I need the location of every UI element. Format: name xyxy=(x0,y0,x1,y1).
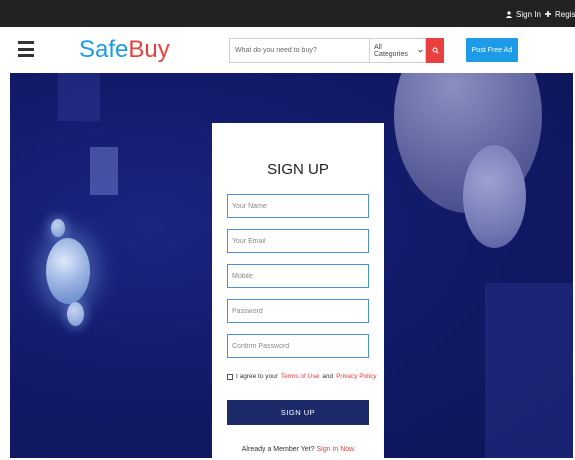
plus-icon xyxy=(545,11,551,17)
name-field[interactable] xyxy=(227,194,369,218)
chevron-down-icon xyxy=(416,38,425,63)
logo-part-buy: Buy xyxy=(128,36,170,63)
decorative-square xyxy=(58,73,100,121)
terms-agreement: I agree to your Terms of Use and Privacy… xyxy=(227,373,377,380)
hamburger-icon[interactable] xyxy=(18,41,34,57)
signin-now-link[interactable]: Sign In Now xyxy=(316,446,354,453)
decorative-square xyxy=(90,147,118,195)
decorative-orb xyxy=(51,219,65,237)
logo[interactable]: SafeBuy xyxy=(79,36,170,64)
decorative-orb xyxy=(46,238,90,304)
already-member-text: Already a Member Yet? xyxy=(241,446,315,453)
agree-prefix: I agree to your xyxy=(236,373,278,380)
already-member: Already a Member Yet? Sign In Now xyxy=(212,446,384,453)
top-bar: Sign In Register xyxy=(0,0,575,27)
register-label: Register xyxy=(555,9,575,19)
search-button[interactable] xyxy=(426,38,444,63)
mobile-field[interactable] xyxy=(227,264,369,288)
post-free-ad-button[interactable]: Post Free Ad xyxy=(466,38,518,62)
category-select[interactable]: All Categories xyxy=(370,38,426,63)
decorative-circle xyxy=(463,145,526,248)
signup-title: SIGN UP xyxy=(267,161,329,178)
register-link[interactable]: Register xyxy=(545,8,575,20)
search-icon xyxy=(432,47,439,54)
email-field[interactable] xyxy=(227,229,369,253)
decorative-orb xyxy=(67,302,84,326)
confirm-password-field[interactable] xyxy=(227,334,369,358)
category-selected: All Categories xyxy=(374,43,408,58)
terms-of-use-link[interactable]: Terms of Use xyxy=(281,373,319,380)
user-icon xyxy=(506,10,512,18)
header: SafeBuy All Categories Post Free Ad xyxy=(0,27,575,73)
signin-link[interactable]: Sign In xyxy=(506,8,541,20)
decorative-square xyxy=(485,283,573,458)
signin-label: Sign In xyxy=(516,9,541,19)
signup-button[interactable]: SIGN UP xyxy=(227,400,369,425)
privacy-policy-link[interactable]: Privacy Policy xyxy=(336,373,376,380)
logo-part-safe: Safe xyxy=(79,36,129,63)
agree-and: and xyxy=(322,373,334,380)
search-input[interactable] xyxy=(229,38,370,63)
password-field[interactable] xyxy=(227,299,369,323)
agree-checkbox[interactable] xyxy=(227,373,233,380)
